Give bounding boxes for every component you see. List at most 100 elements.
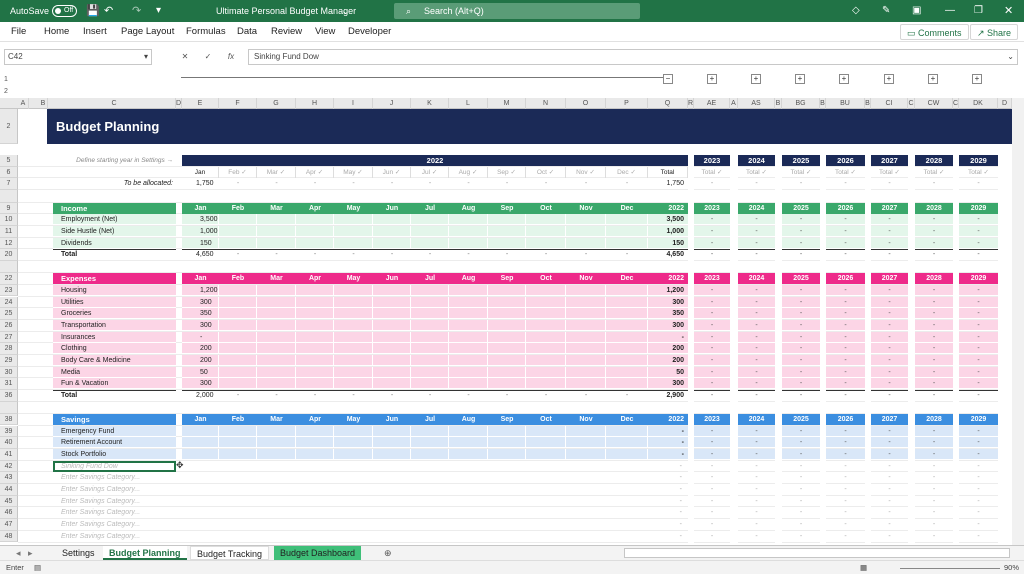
- expand-group-icon[interactable]: +: [839, 74, 849, 84]
- ribbon-display-icon[interactable]: ▣: [912, 0, 921, 22]
- column-header[interactable]: J: [373, 98, 411, 109]
- row-header[interactable]: 23: [0, 284, 18, 297]
- row-header[interactable]: 7: [0, 178, 18, 191]
- menu-home[interactable]: Home: [44, 22, 69, 42]
- row-header[interactable]: 36: [0, 390, 18, 402]
- menu-view[interactable]: View: [315, 22, 335, 42]
- column-header[interactable]: O: [566, 98, 606, 109]
- category-name[interactable]: Insurances: [61, 332, 173, 343]
- column-header[interactable]: AS: [738, 98, 775, 109]
- row-header[interactable]: 30: [0, 366, 18, 379]
- search-box[interactable]: ⌕ Search (Alt+Q): [394, 3, 640, 19]
- expand-group-icon[interactable]: +: [972, 74, 982, 84]
- row-header[interactable]: 42: [0, 460, 18, 473]
- row-header[interactable]: [0, 190, 18, 203]
- menu-formulas[interactable]: Formulas: [186, 22, 226, 42]
- formula-input[interactable]: Sinking Fund Dow ⌄: [248, 49, 1018, 65]
- row-header[interactable]: 24: [0, 296, 18, 309]
- row-header[interactable]: 2: [0, 109, 18, 144]
- savings-placeholder[interactable]: Enter Savings Category...: [61, 496, 173, 507]
- row-header[interactable]: 10: [0, 214, 18, 226]
- row-header[interactable]: 11: [0, 226, 18, 238]
- row-header[interactable]: [0, 401, 18, 414]
- menu-developer[interactable]: Developer: [348, 22, 391, 42]
- row-header[interactable]: 5: [0, 155, 18, 167]
- column-header[interactable]: CW: [915, 98, 953, 109]
- column-header[interactable]: Q: [648, 98, 688, 109]
- category-name[interactable]: Fun & Vacation: [61, 378, 173, 389]
- expand-group-icon[interactable]: +: [928, 74, 938, 84]
- menu-review[interactable]: Review: [271, 22, 302, 42]
- name-box-dropdown-icon[interactable]: ▾: [144, 50, 148, 64]
- expand-group-icon[interactable]: +: [884, 74, 894, 84]
- savings-placeholder[interactable]: Enter Savings Category...: [61, 484, 173, 495]
- column-header[interactable]: G: [257, 98, 296, 109]
- column-header[interactable]: A: [730, 98, 738, 109]
- row-header[interactable]: 27: [0, 331, 18, 344]
- share-button[interactable]: ↗ Share: [970, 24, 1019, 40]
- expand-formula-icon[interactable]: ⌄: [1007, 50, 1014, 64]
- diamond-icon[interactable]: ◇: [852, 0, 860, 22]
- column-header[interactable]: B: [39, 98, 48, 109]
- spreadsheet-grid[interactable]: 2 5 6 7 9 10 11 12 20 22 23 24 25 26 27 28 29 30 31 36 38 39 4…: [0, 109, 1012, 545]
- zoom-slider[interactable]: [900, 568, 1000, 569]
- enter-icon[interactable]: ✓: [199, 49, 217, 65]
- comments-button[interactable]: ▭ Comments: [900, 24, 969, 40]
- horizontal-scrollbar[interactable]: [624, 548, 1010, 558]
- column-header[interactable]: F: [219, 98, 257, 109]
- column-header[interactable]: I: [334, 98, 373, 109]
- row-header[interactable]: 40: [0, 437, 18, 449]
- row-header[interactable]: 47: [0, 519, 18, 531]
- column-header[interactable]: A: [18, 98, 29, 109]
- tab-budget-dashboard[interactable]: Budget Dashboard: [274, 546, 362, 560]
- cancel-icon[interactable]: ✕: [176, 49, 194, 65]
- column-header[interactable]: AE: [694, 98, 730, 109]
- name-box[interactable]: C42 ▾: [4, 49, 152, 65]
- row-header[interactable]: 46: [0, 507, 18, 520]
- category-name[interactable]: Utilities: [61, 297, 173, 308]
- savings-placeholder[interactable]: Enter Savings Category...: [61, 519, 173, 530]
- row-header[interactable]: 31: [0, 378, 18, 391]
- column-header[interactable]: B: [775, 98, 782, 109]
- expand-group-icon[interactable]: +: [751, 74, 761, 84]
- column-header[interactable]: N: [526, 98, 566, 109]
- column-header[interactable]: H: [296, 98, 334, 109]
- column-header[interactable]: DK: [959, 98, 998, 109]
- menu-file[interactable]: File: [11, 22, 26, 42]
- menu-data[interactable]: Data: [237, 22, 257, 42]
- row-header[interactable]: 41: [0, 448, 18, 461]
- row-header[interactable]: [0, 261, 18, 274]
- column-header[interactable]: BU: [826, 98, 865, 109]
- row-header[interactable]: 28: [0, 343, 18, 355]
- vertical-scrollbar[interactable]: [1012, 98, 1024, 545]
- collapse-group-icon[interactable]: −: [663, 74, 673, 84]
- column-header[interactable]: C: [908, 98, 915, 109]
- category-name[interactable]: Body Care & Medicine: [61, 355, 173, 366]
- row-header[interactable]: 9: [0, 202, 18, 215]
- title-chevron-icon[interactable]: ⌄: [342, 0, 350, 22]
- customize-icon[interactable]: ▾: [156, 0, 161, 22]
- category-name[interactable]: Transportation: [61, 320, 173, 331]
- row-header[interactable]: 48: [0, 530, 18, 543]
- column-header[interactable]: E: [182, 98, 219, 109]
- category-name[interactable]: Dividends: [61, 238, 173, 249]
- column-header[interactable]: M: [488, 98, 526, 109]
- expand-group-icon[interactable]: +: [795, 74, 805, 84]
- row-header[interactable]: 12: [0, 237, 18, 250]
- savings-placeholder[interactable]: Enter Savings Category...: [61, 472, 173, 483]
- function-icon[interactable]: fx: [222, 49, 240, 65]
- column-header[interactable]: BG: [782, 98, 820, 109]
- close-icon[interactable]: ✕: [1004, 0, 1013, 22]
- menu-insert[interactable]: Insert: [83, 22, 107, 42]
- row-header[interactable]: 25: [0, 308, 18, 320]
- row-header[interactable]: 44: [0, 484, 18, 496]
- undo-icon[interactable]: ↶: [104, 0, 113, 22]
- row-header[interactable]: 20: [0, 249, 18, 262]
- savings-placeholder[interactable]: Enter Savings Category...: [61, 507, 173, 518]
- row-header[interactable]: 43: [0, 472, 18, 484]
- pen-icon[interactable]: ✎: [882, 0, 890, 22]
- normal-view-icon[interactable]: ▦: [860, 561, 867, 575]
- tab-settings[interactable]: Settings: [56, 546, 101, 560]
- category-name[interactable]: Media: [61, 367, 173, 378]
- category-name[interactable]: Clothing: [61, 343, 173, 354]
